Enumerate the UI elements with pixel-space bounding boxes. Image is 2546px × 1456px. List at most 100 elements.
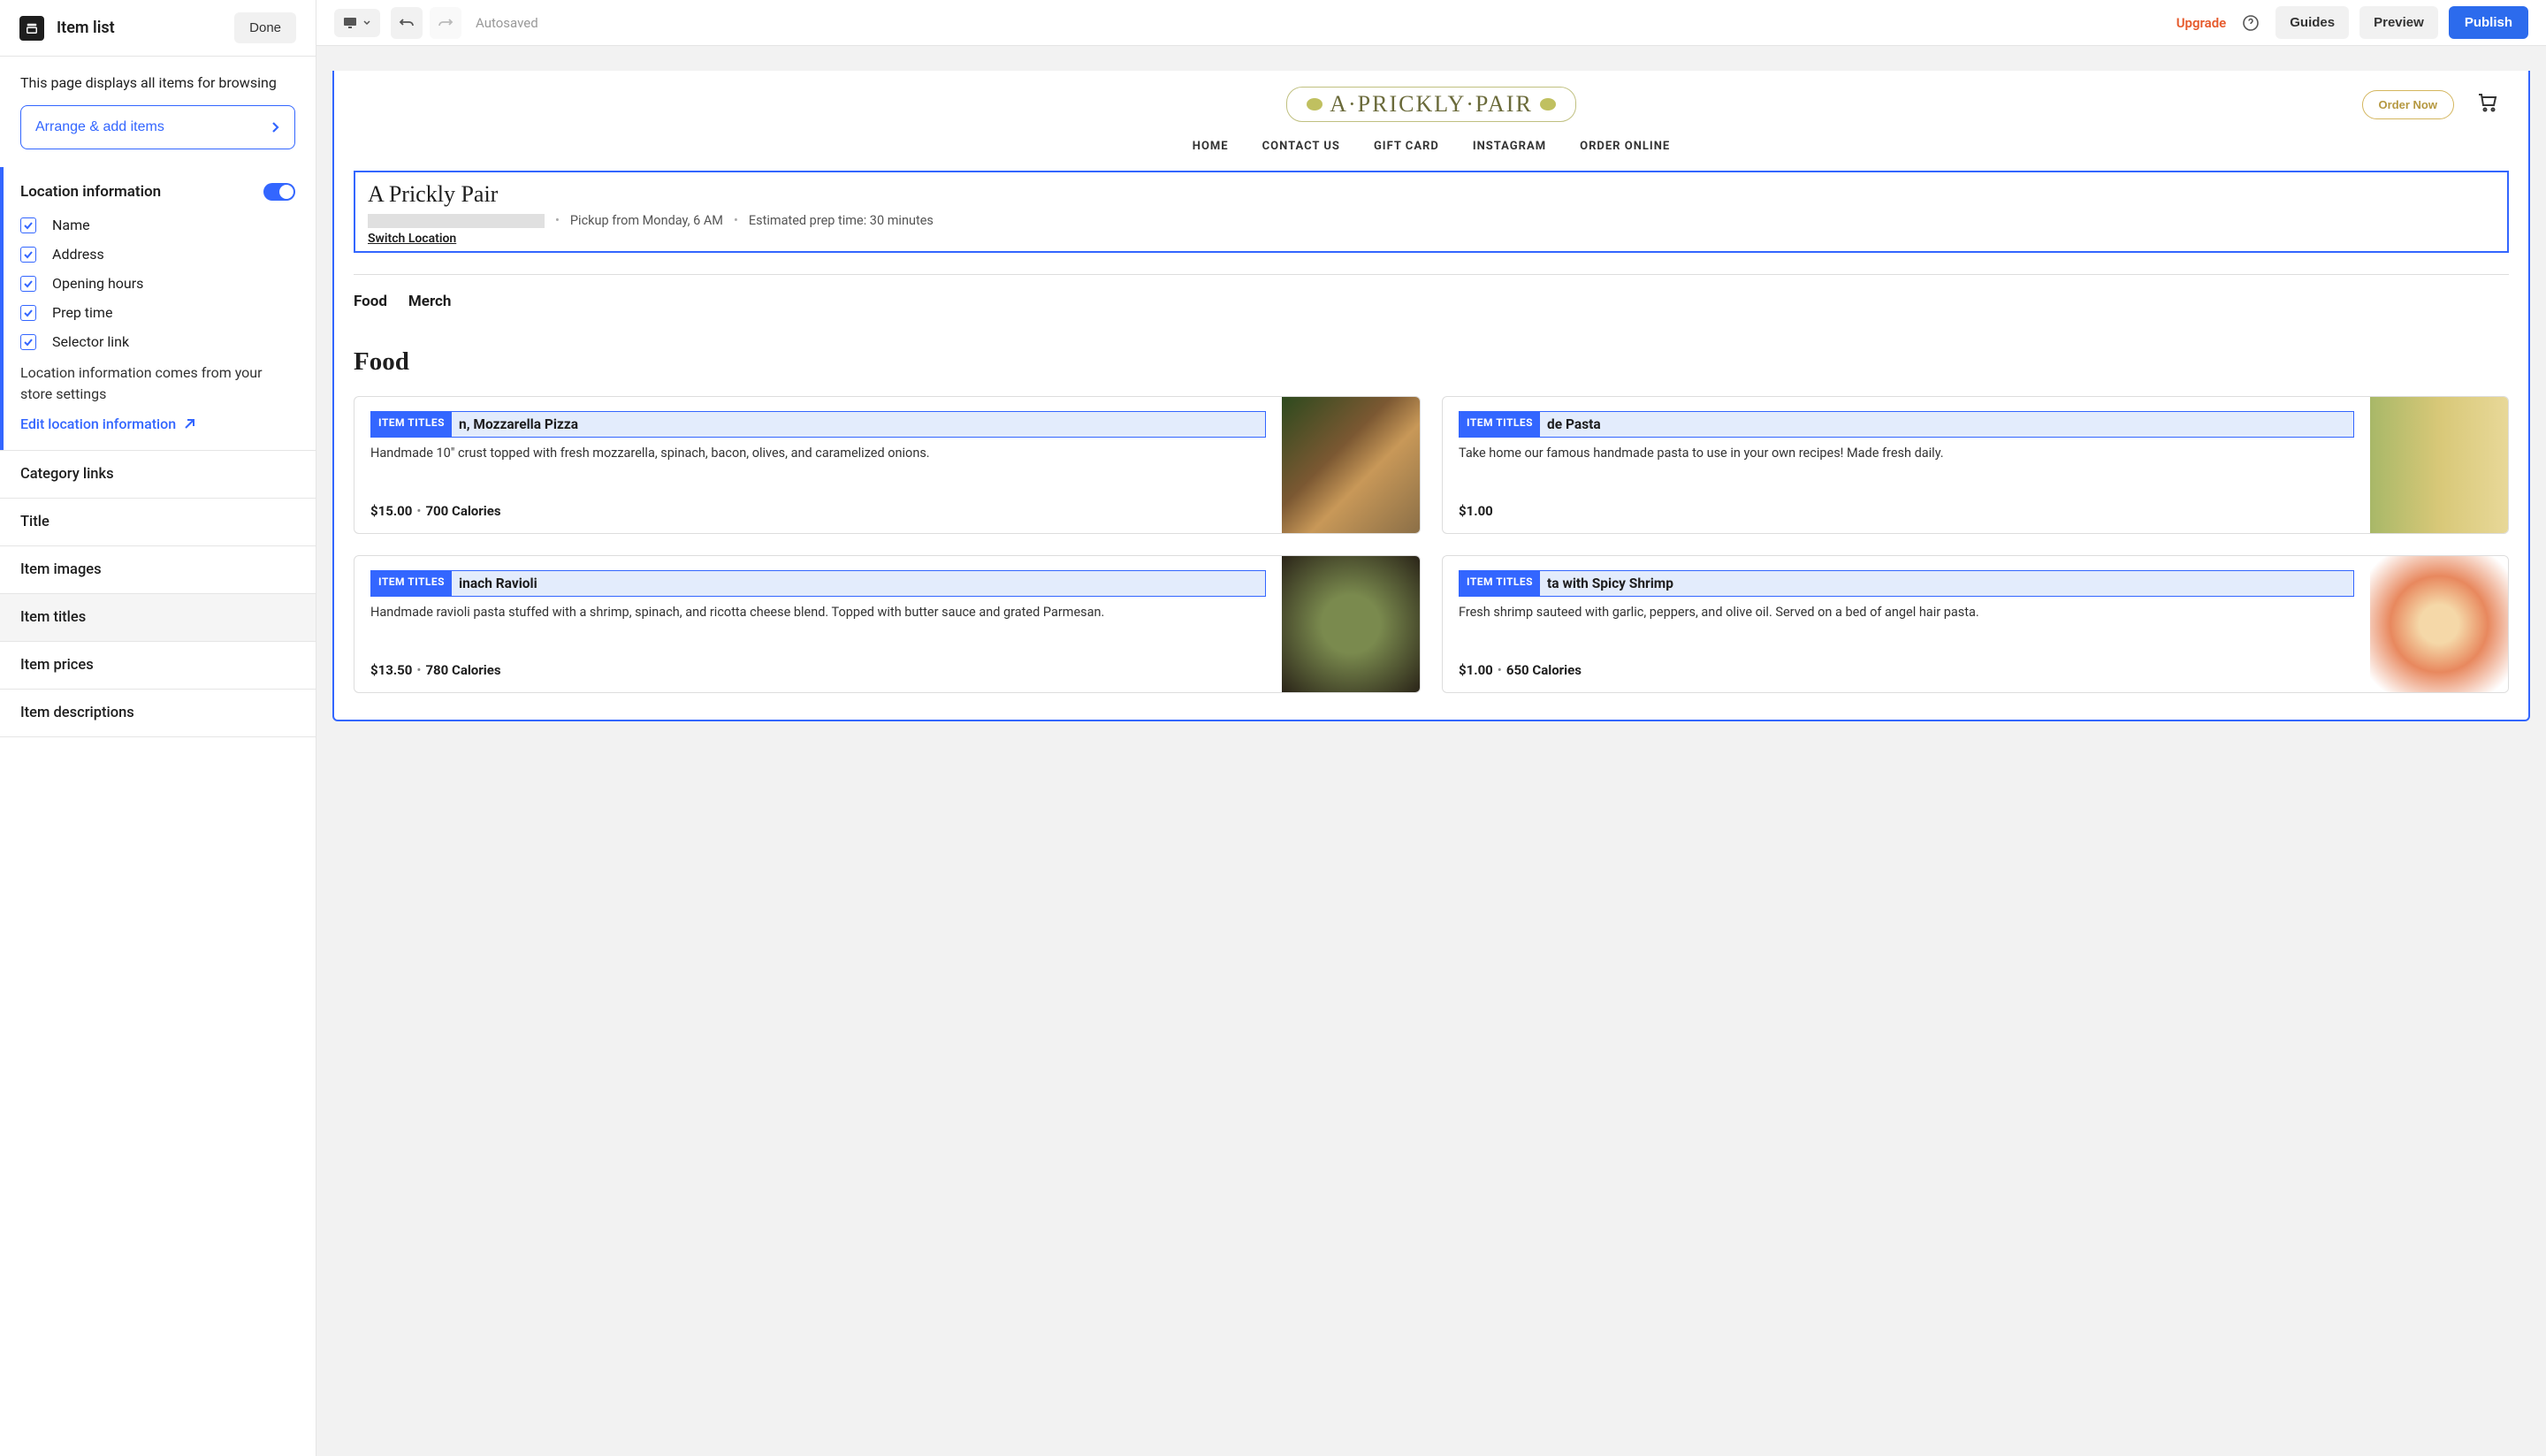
food-section-title: Food bbox=[354, 347, 2509, 377]
accordion-item-titles[interactable]: Item titles bbox=[0, 593, 316, 641]
section-description: This page displays all items for browsin… bbox=[20, 74, 295, 91]
label-prep: Prep time bbox=[52, 304, 112, 321]
arrange-add-items-button[interactable]: Arrange & add items bbox=[20, 105, 295, 149]
edit-location-link[interactable]: Edit location information bbox=[20, 415, 295, 432]
item-description: Fresh shrimp sauteed with garlic, pepper… bbox=[1459, 604, 2354, 652]
item-meta: $15.00•700 Calories bbox=[370, 503, 1266, 519]
item-description: Take home our famous handmade pasta to u… bbox=[1459, 445, 2354, 492]
top-toolbar: Autosaved Upgrade Guides Preview Publish bbox=[316, 0, 2546, 46]
label-selector: Selector link bbox=[52, 333, 129, 350]
item-title: de Pasta bbox=[1540, 412, 1608, 437]
item-title: inach Ravioli bbox=[452, 571, 545, 596]
item-price: $1.00 bbox=[1459, 662, 1493, 678]
cart-button[interactable] bbox=[2477, 93, 2498, 116]
undo-button[interactable] bbox=[391, 7, 423, 39]
accordion-item-descriptions[interactable]: Item descriptions bbox=[0, 689, 316, 737]
help-button[interactable] bbox=[2242, 14, 2260, 32]
monitor-icon bbox=[343, 17, 357, 29]
checkbox-address[interactable] bbox=[20, 247, 36, 263]
device-preview-button[interactable] bbox=[334, 9, 380, 37]
item-card[interactable]: ITEM TITLES de Pasta Take home our famou… bbox=[1442, 396, 2509, 534]
checkbox-selector[interactable] bbox=[20, 334, 36, 350]
tab-merch[interactable]: Merch bbox=[408, 293, 452, 310]
redo-button[interactable] bbox=[430, 7, 461, 39]
item-title-highlight[interactable]: ITEM TITLES inach Ravioli bbox=[370, 570, 1266, 597]
accordion-title[interactable]: Title bbox=[0, 498, 316, 545]
item-meta: $1.00•650 Calories bbox=[1459, 662, 2354, 678]
preview-button[interactable]: Preview bbox=[2359, 6, 2438, 39]
accordion-item-images[interactable]: Item images bbox=[0, 545, 316, 593]
sidebar-header: Item list Done bbox=[0, 0, 316, 57]
help-icon bbox=[2242, 14, 2260, 32]
item-description: Handmade ravioli pasta stuffed with a sh… bbox=[370, 604, 1266, 652]
location-title: A Prickly Pair bbox=[368, 181, 2495, 208]
item-titles-tag: ITEM TITLES bbox=[1460, 412, 1540, 437]
item-title-highlight[interactable]: ITEM TITLES de Pasta bbox=[1459, 411, 2354, 438]
upgrade-link[interactable]: Upgrade bbox=[2176, 15, 2227, 31]
label-address: Address bbox=[52, 246, 104, 263]
cart-icon bbox=[2477, 93, 2498, 112]
location-info-heading: Location information bbox=[20, 183, 161, 201]
item-title: ta with Spicy Shrimp bbox=[1540, 571, 1681, 596]
label-name: Name bbox=[52, 217, 90, 233]
switch-location-link[interactable]: Switch Location bbox=[368, 232, 2495, 246]
edit-location-label: Edit location information bbox=[20, 415, 176, 432]
nav-home[interactable]: HOME bbox=[1193, 140, 1229, 153]
checkbox-hours[interactable] bbox=[20, 276, 36, 292]
prep-time-info: Estimated prep time: 30 minutes bbox=[749, 213, 934, 228]
item-meta: $13.50•780 Calories bbox=[370, 662, 1266, 678]
item-image bbox=[1282, 397, 1420, 533]
item-title: n, Mozzarella Pizza bbox=[452, 412, 585, 437]
label-hours: Opening hours bbox=[52, 275, 143, 292]
item-card[interactable]: ITEM TITLES n, Mozzarella Pizza Handmade… bbox=[354, 396, 1421, 534]
location-info-toggle[interactable] bbox=[263, 183, 295, 201]
logo-deco-right bbox=[1540, 98, 1556, 111]
checkbox-prep[interactable] bbox=[20, 305, 36, 321]
publish-button[interactable]: Publish bbox=[2449, 6, 2528, 39]
item-price: $13.50 bbox=[370, 662, 412, 678]
undo-icon bbox=[399, 17, 415, 29]
address-redacted bbox=[368, 214, 545, 228]
item-titles-tag: ITEM TITLES bbox=[371, 412, 452, 437]
nav-instagram[interactable]: INSTAGRAM bbox=[1473, 140, 1546, 153]
nav-gift[interactable]: GIFT CARD bbox=[1374, 140, 1439, 153]
location-block[interactable]: A Prickly Pair • Pickup from Monday, 6 A… bbox=[354, 171, 2509, 253]
item-calories: 700 Calories bbox=[425, 503, 500, 519]
tab-food[interactable]: Food bbox=[354, 293, 387, 310]
checkbox-name[interactable] bbox=[20, 217, 36, 233]
item-calories: 650 Calories bbox=[1506, 662, 1582, 678]
item-description: Handmade 10" crust topped with fresh moz… bbox=[370, 445, 1266, 492]
redo-icon bbox=[438, 17, 454, 29]
nav-order[interactable]: ORDER ONLINE bbox=[1580, 140, 1670, 153]
editor-sidebar: Item list Done This page displays all it… bbox=[0, 0, 316, 1456]
guides-button[interactable]: Guides bbox=[2275, 6, 2349, 39]
item-image bbox=[2370, 556, 2508, 692]
site-nav: HOME CONTACT US GIFT CARD INSTAGRAM ORDE… bbox=[355, 122, 2507, 171]
item-price: $1.00 bbox=[1459, 503, 1493, 519]
accordion-item-prices[interactable]: Item prices bbox=[0, 641, 316, 689]
item-titles-tag: ITEM TITLES bbox=[371, 571, 452, 596]
item-calories: 780 Calories bbox=[425, 662, 500, 678]
nav-contact[interactable]: CONTACT US bbox=[1262, 140, 1340, 153]
done-button[interactable]: Done bbox=[234, 12, 296, 43]
logo-deco-left bbox=[1307, 98, 1323, 111]
site-logo[interactable]: A·PRICKLY·PAIR bbox=[1286, 87, 1576, 122]
item-card[interactable]: ITEM TITLES ta with Spicy Shrimp Fresh s… bbox=[1442, 555, 2509, 693]
item-price: $15.00 bbox=[370, 503, 412, 519]
website-canvas: A·PRICKLY·PAIR Order Now HOME CONTACT US… bbox=[332, 71, 2530, 721]
item-title-highlight[interactable]: ITEM TITLES n, Mozzarella Pizza bbox=[370, 411, 1266, 438]
item-title-highlight[interactable]: ITEM TITLES ta with Spicy Shrimp bbox=[1459, 570, 2354, 597]
sidebar-title: Item list bbox=[57, 19, 115, 37]
item-image bbox=[1282, 556, 1420, 692]
autosave-status: Autosaved bbox=[476, 15, 538, 31]
external-link-icon bbox=[183, 418, 195, 431]
chevron-right-icon bbox=[270, 121, 280, 133]
order-now-button[interactable]: Order Now bbox=[2362, 90, 2454, 119]
item-titles-tag: ITEM TITLES bbox=[1460, 571, 1540, 596]
item-image bbox=[2370, 397, 2508, 533]
accordion-category-links[interactable]: Category links bbox=[0, 450, 316, 498]
item-list-icon bbox=[19, 16, 44, 41]
location-helper-text: Location information comes from your sto… bbox=[20, 362, 295, 405]
item-card[interactable]: ITEM TITLES inach Ravioli Handmade ravio… bbox=[354, 555, 1421, 693]
pickup-info: Pickup from Monday, 6 AM bbox=[570, 213, 723, 228]
